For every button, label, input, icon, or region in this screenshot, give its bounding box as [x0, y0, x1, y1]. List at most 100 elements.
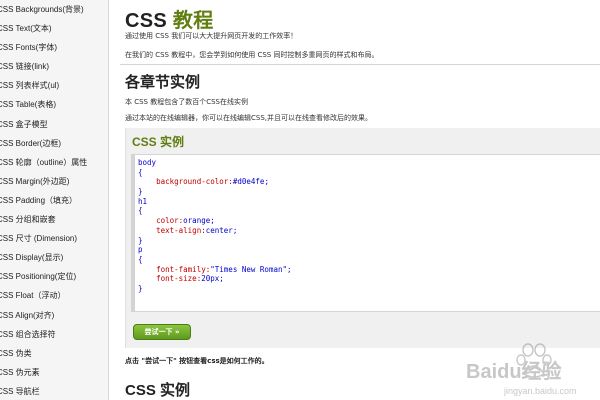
sidebar: CSS Backgrounds(背景) CSS Text(文本) CSS Fonts…	[0, 0, 109, 400]
sidebar-item-label: CSS 伪类	[0, 348, 32, 358]
sidebar-item-label: CSS Backgrounds(背景)	[0, 5, 84, 14]
code-brace: {	[138, 254, 143, 264]
sidebar-item[interactable]: CSS 轮廓（outline）属性	[0, 153, 108, 172]
code-line: font-size:20px;	[138, 274, 600, 284]
code-value: orange	[183, 216, 211, 226]
code-line: background-color:#d0e4fe;	[138, 177, 600, 187]
code-line: }	[138, 187, 600, 197]
sidebar-item[interactable]: CSS 伪类	[0, 344, 108, 363]
page-title-prefix: CSS	[125, 10, 173, 32]
code-selector: p	[138, 245, 143, 255]
code-brace: }	[138, 187, 143, 197]
page-title-accent: 教程	[172, 10, 214, 32]
code-line: font-family:"Times New Roman";	[138, 265, 600, 275]
sidebar-item-label: CSS 链接(link)	[0, 62, 50, 72]
sidebar-item[interactable]: CSS Align(对齐)	[0, 306, 108, 325]
sidebar-item[interactable]: CSS Margin(外边距)	[0, 172, 108, 191]
sidebar-item[interactable]: CSS Text(文本)	[0, 19, 108, 38]
sidebar-item[interactable]: CSS 盒子模型	[0, 115, 108, 134]
section-paragraph-2: 通过本站的在线编辑器，你可以在线编辑CSS,并且可以在线查看修改后的效果。	[125, 114, 372, 122]
section-heading-css-example: CSS 实例	[125, 382, 191, 399]
sidebar-item[interactable]: CSS 导航栏	[0, 382, 108, 400]
code-brace: {	[138, 206, 143, 216]
code-value: 20px	[201, 274, 220, 284]
code-value: center	[205, 225, 233, 235]
sidebar-item-label: CSS Display(显示)	[0, 253, 64, 263]
baidu-jingyan-watermark: Baidu经验 jingyan.baidu.com	[466, 343, 577, 396]
code-brace: {	[138, 167, 143, 177]
sidebar-item-label: CSS Align(对齐)	[0, 310, 55, 320]
code-property: background-color:	[156, 177, 233, 187]
sidebar-item-label: CSS 盒子模型	[0, 119, 48, 129]
code-property: color:	[156, 216, 184, 226]
sidebar-item-label: CSS Text(文本)	[0, 24, 52, 34]
page-title: CSS 教程	[125, 4, 214, 33]
code-brace: }	[138, 235, 143, 245]
code-punct: ;	[232, 225, 238, 235]
code-line: text-align:center;	[138, 226, 600, 236]
code-line: }	[138, 236, 600, 246]
code-line: {	[138, 255, 600, 265]
sidebar-item[interactable]: CSS Padding（填充）	[0, 191, 108, 210]
sidebar-item[interactable]: CSS 组合选择符	[0, 325, 108, 344]
sidebar-item-label: CSS Border(边框)	[0, 138, 62, 148]
code-line: {	[138, 206, 600, 216]
sidebar-item-label: CSS Margin(外边距)	[0, 176, 70, 186]
hint-text: 点击 "尝试一下" 按钮查看css是如何工作的。	[125, 357, 269, 365]
example-box: CSS 实例 body { background-color:#d0e4fe; …	[125, 128, 600, 348]
code-punct: ;	[210, 216, 215, 226]
sidebar-item[interactable]: CSS Display(显示)	[0, 248, 108, 267]
sidebar-item[interactable]: CSS Float（浮动）	[0, 286, 108, 305]
sidebar-item[interactable]: CSS Table(表格)	[0, 95, 108, 114]
code-line: body	[138, 158, 600, 168]
example-title: CSS 实例	[132, 135, 185, 149]
sidebar-item[interactable]: CSS 伪元素	[0, 363, 108, 382]
sidebar-item[interactable]: CSS 尺寸 (Dimension)	[0, 229, 108, 248]
code-selector: body	[138, 158, 157, 167]
code-line: {	[138, 168, 600, 178]
code-property: font-family:	[156, 264, 211, 274]
code-block: body { background-color:#d0e4fe; } h1 { …	[131, 154, 600, 312]
sidebar-item[interactable]: CSS 分组和嵌套	[0, 210, 108, 229]
code-property: text-align:	[156, 225, 206, 235]
code-brace: }	[138, 283, 143, 293]
sidebar-item[interactable]: CSS Fonts(字体)	[0, 38, 108, 57]
sidebar-item-label: CSS 尺寸 (Dimension)	[0, 234, 78, 244]
watermark-text: Baidu经验	[466, 359, 562, 383]
code-line: color:orange;	[138, 216, 600, 226]
sidebar-item-label: CSS Positioning(定位)	[0, 272, 77, 282]
sidebar-item[interactable]: CSS 列表样式(ul)	[0, 76, 108, 95]
sidebar-item-label: CSS Fonts(字体)	[0, 43, 58, 53]
sidebar-item-label: CSS 伪元素	[0, 367, 40, 377]
code-value: "Times New Roman"	[210, 264, 288, 274]
sidebar-item-label: CSS 列表样式(ul)	[0, 81, 60, 91]
section-paragraph-1: 本 CSS 教程包含了数百个CSS在线实例	[125, 98, 248, 106]
intro-text-2: 在我们的 CSS 教程中，您会学到如何使用 CSS 同时控制多重网页的样式和布局…	[125, 51, 379, 59]
sidebar-item-label: CSS Table(表格)	[0, 100, 56, 110]
sidebar-item-label: CSS 组合选择符	[0, 329, 56, 339]
sidebar-item-label: CSS 导航栏	[0, 386, 40, 396]
code-property: font-size:	[156, 274, 202, 284]
code-line: h1	[138, 197, 600, 207]
sidebar-item-label: CSS Padding（填充）	[0, 195, 78, 205]
try-it-button[interactable]: 尝试一下 »	[133, 324, 191, 340]
code-selector: h1	[138, 196, 148, 206]
sidebar-item[interactable]: CSS Backgrounds(背景)	[0, 0, 108, 19]
sidebar-item-label: CSS 轮廓（outline）属性	[0, 157, 88, 167]
sidebar-item[interactable]: CSS Border(边框)	[0, 134, 108, 153]
sidebar-item-label: CSS 分组和嵌套	[0, 215, 56, 225]
code-punct: ;	[287, 264, 292, 274]
section-heading-chapters: 各章节实例	[125, 74, 201, 91]
watermark-url: jingyan.baidu.com	[503, 386, 577, 396]
code-line: }	[138, 284, 600, 294]
sidebar-item[interactable]: CSS 链接(link)	[0, 57, 108, 76]
sidebar-item[interactable]: CSS Positioning(定位)	[0, 267, 108, 286]
sidebar-list: CSS Backgrounds(背景) CSS Text(文本) CSS Fonts…	[0, 0, 108, 400]
section-divider	[120, 64, 600, 65]
code-value: #d0e4fe	[232, 177, 265, 187]
intro-text-1: 通过使用 CSS 我们可以大大提升网页开发的工作效率！	[125, 32, 298, 40]
code-punct: ;	[264, 177, 269, 187]
code-punct: ;	[219, 274, 224, 284]
code-line: p	[138, 245, 600, 255]
sidebar-item-label: CSS Float（浮动）	[0, 291, 66, 301]
